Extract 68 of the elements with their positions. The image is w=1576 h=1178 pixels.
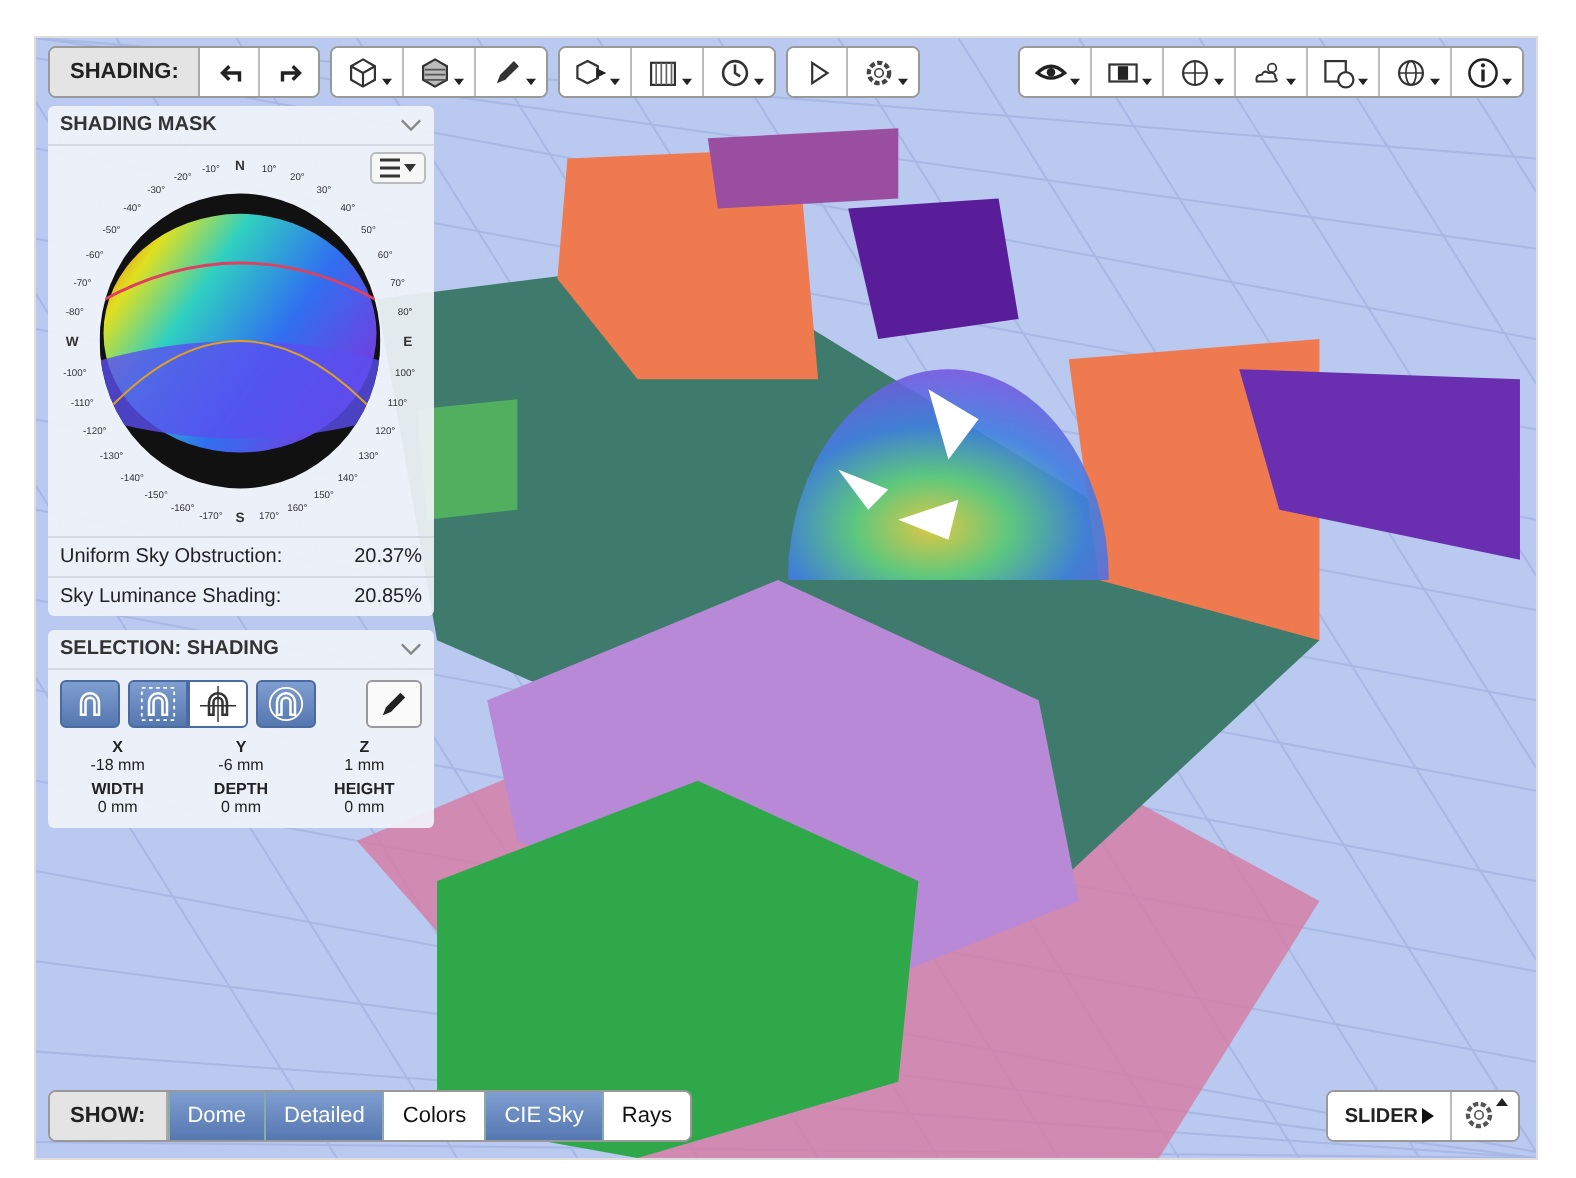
field-value: -6 mm <box>218 756 264 774</box>
list-caret-icon <box>380 158 416 178</box>
field-label: WIDTH <box>91 780 144 798</box>
chevron-icon[interactable] <box>400 118 422 132</box>
ray-arrow <box>838 469 889 510</box>
info-icon <box>1466 55 1500 89</box>
caret-icon <box>1142 78 1152 86</box>
magnet-axis-icon <box>200 686 236 722</box>
field-label: X <box>112 738 123 756</box>
caret-icon <box>1286 78 1296 86</box>
toolbar-button[interactable] <box>474 48 547 96</box>
stat-value: 20.85% <box>354 586 422 608</box>
field-value: 1 mm <box>344 756 385 774</box>
stat-label: Sky Luminance Shading: <box>60 586 282 608</box>
field-value: -18 mm <box>90 756 145 774</box>
globe-icon <box>1394 55 1428 89</box>
magnet-circle-icon <box>268 686 304 722</box>
caret-icon <box>382 78 393 86</box>
snap-mode-button[interactable] <box>128 680 188 728</box>
settings-button[interactable] <box>1450 1092 1518 1140</box>
chevron-icon[interactable] <box>400 642 422 656</box>
caret-icon <box>610 78 621 86</box>
caret-icon <box>1358 78 1368 86</box>
field-label: Z <box>359 738 370 756</box>
panel-title: SELECTION: SHADING <box>60 638 279 660</box>
settings-icon <box>862 55 897 89</box>
pencil-icon <box>378 688 410 720</box>
caret-icon <box>1502 78 1512 86</box>
stat-value: 20.37% <box>354 546 422 568</box>
caret-icon <box>682 78 693 86</box>
toggle-button[interactable]: Rays <box>601 1092 690 1140</box>
snap-mode-button[interactable] <box>60 680 120 728</box>
ray-arrow <box>928 389 979 460</box>
show-label: SHOW: <box>50 1092 168 1140</box>
field-value: 0 mm <box>344 798 385 816</box>
magnet-frame-icon <box>140 686 176 722</box>
toolbar-label: SHADING: <box>50 48 201 96</box>
cube-icon <box>346 55 381 89</box>
stat-label: Uniform Sky Obstruction: <box>60 546 283 568</box>
caret-icon <box>754 78 765 86</box>
field-label: Y <box>235 738 247 756</box>
toolbar-button[interactable] <box>846 48 919 96</box>
caret-icon <box>1496 1098 1508 1106</box>
cube-play-icon <box>574 55 609 89</box>
field-value: 0 mm <box>97 798 138 816</box>
toolbar-button[interactable] <box>702 48 775 96</box>
caret-icon <box>1070 78 1080 86</box>
caret-icon <box>1430 78 1440 86</box>
snap-mode-button[interactable] <box>256 680 316 728</box>
snap-mode-button[interactable] <box>188 680 248 728</box>
play-icon <box>1422 1108 1434 1124</box>
shaded-cube-icon <box>418 55 453 89</box>
field-label: HEIGHT <box>334 780 395 798</box>
panel-title: SHADING MASK <box>60 114 217 136</box>
field-label: DEPTH <box>213 780 269 798</box>
field-value: 0 mm <box>220 798 261 816</box>
clock-icon <box>718 55 753 89</box>
caret-icon <box>454 78 465 86</box>
crosshair-globe-icon <box>1178 55 1212 89</box>
ray-arrow <box>898 499 959 540</box>
list-menu-button[interactable] <box>370 152 426 184</box>
caret-icon <box>526 78 537 86</box>
edit-button[interactable] <box>366 680 422 728</box>
caret-icon <box>898 78 909 86</box>
toolbar-button[interactable] <box>1450 48 1522 96</box>
toolbar-button[interactable] <box>258 48 319 96</box>
settings-icon <box>1462 1098 1496 1132</box>
caret-icon <box>1214 78 1224 86</box>
